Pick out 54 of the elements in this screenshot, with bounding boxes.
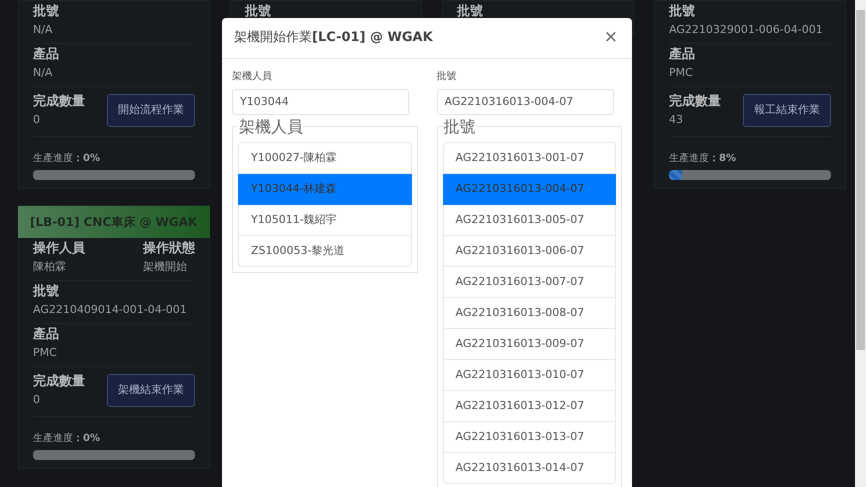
field-label: 產品 — [669, 46, 695, 64]
field-label: 批號 — [457, 3, 483, 21]
field-label: 批號 — [669, 3, 696, 21]
list-item[interactable]: AG2210316013-010-07 — [442, 360, 616, 391]
field-value: PMC — [33, 345, 58, 361]
card-header: [LB-01] CNC車床 @ WGAK — [18, 206, 210, 238]
field-label: 完成數量 — [33, 93, 85, 111]
field-value: 0 — [33, 112, 41, 128]
action-button[interactable]: 報工結束作業 — [743, 94, 831, 127]
field-label: 完成數量 — [33, 373, 85, 391]
field-label: 操作人員 — [33, 240, 85, 258]
field-label: 批號 — [33, 3, 59, 21]
list-item[interactable]: AG2210316013-012-07 — [442, 390, 616, 422]
field-value: 架機開始 — [143, 259, 188, 275]
action-button[interactable]: 開始流程作業 — [107, 94, 195, 127]
list-item[interactable]: Y105011-魏紹宇 — [238, 204, 412, 236]
list-item[interactable]: Y100027-陳柏霖 — [238, 142, 412, 174]
input-field[interactable]: Y103044 — [232, 88, 409, 114]
field-value: AG2210409014-001-04-001 — [33, 302, 187, 318]
list-item[interactable]: AG2210316013-014-07 — [442, 452, 616, 484]
field-label: 操作狀態 — [143, 240, 195, 258]
action-button[interactable]: 架機結束作業 — [107, 374, 195, 407]
progress-label: 生產進度：0% — [33, 152, 101, 166]
list-item[interactable]: AG2210316013-001-07 — [442, 142, 616, 174]
field-label: 批號 — [33, 283, 60, 301]
field-value: 陳柏霖 — [33, 259, 67, 275]
list-item[interactable]: AG2210316013-013-07 — [442, 422, 616, 453]
input-field[interactable]: AG2210316013-004-07 — [436, 88, 614, 114]
list-item[interactable]: ZS100053-黎光道 — [238, 236, 412, 267]
field-value: N/A — [33, 65, 54, 81]
group-legend: 架機人員 — [238, 116, 304, 136]
field-value: N/A — [33, 22, 54, 38]
list-item[interactable]: AG2210316013-007-07 — [442, 266, 616, 298]
field-label: 批號 — [436, 70, 458, 84]
list-item[interactable]: AG2210316013-009-07 — [442, 328, 616, 360]
field-label: 架機人員 — [232, 70, 273, 84]
field-value: 43 — [669, 112, 684, 128]
field-value: PMC — [669, 65, 694, 81]
field-value: AG2210329001-006-04-001 — [669, 22, 823, 38]
field-label: 批號 — [245, 3, 271, 21]
field-label: 產品 — [33, 326, 59, 344]
list-item[interactable]: AG2210316013-006-07 — [442, 236, 616, 267]
group-legend: 批號 — [442, 116, 476, 136]
list-item[interactable]: AG2210316013-005-07 — [442, 204, 616, 236]
list-item[interactable]: AG2210316013-008-07 — [442, 298, 616, 329]
field-label: 完成數量 — [669, 93, 721, 111]
scrollbar-thumb[interactable] — [856, 10, 865, 350]
field-value: 0 — [33, 392, 41, 408]
close-button[interactable]: × — [600, 29, 622, 46]
scrollbar[interactable] — [855, 0, 866, 487]
progress-label: 生產進度：8% — [669, 152, 737, 166]
modal-title: 架機開始作業[LC-01] @ WGAK — [234, 29, 433, 47]
progress-label: 生產進度：0% — [33, 432, 101, 446]
field-label: 產品 — [33, 46, 59, 64]
